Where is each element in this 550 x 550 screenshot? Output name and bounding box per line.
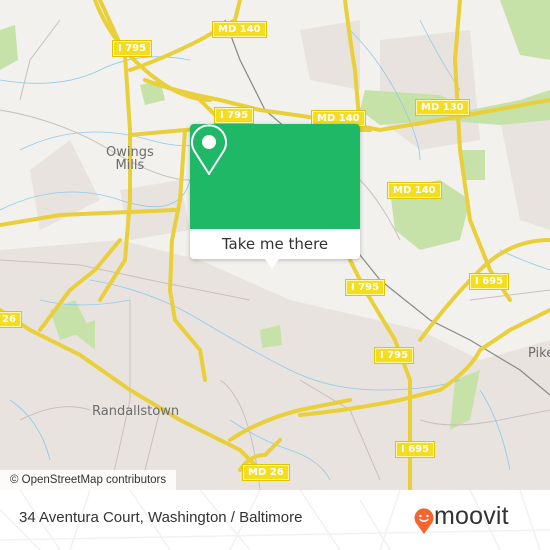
map-attribution[interactable]: © OpenStreetMap contributors (0, 470, 177, 490)
place-label-randallstown: Randallstown (92, 404, 180, 419)
moovit-wordmark: moovit (434, 502, 509, 530)
road-shield-md140: MD 140 (387, 182, 442, 199)
road-shield-md26: 26 (0, 311, 22, 328)
road-shield-i795: I 795 (111, 40, 153, 57)
moovit-pin-icon (414, 508, 434, 534)
road-shield-md26: MD 26 (242, 464, 290, 481)
moovit-logo[interactable]: moovit (414, 502, 534, 540)
road-shield-i695: I 695 (394, 441, 436, 458)
road-shield-i795: I 795 (213, 107, 255, 124)
map-pin-icon (191, 124, 227, 175)
road-shield-i695: I 695 (468, 273, 510, 290)
place-label-owings-mills: Owings Mills (106, 145, 154, 173)
road-shield-md140: MD 140 (212, 21, 267, 38)
road-shield-md130: MD 130 (415, 99, 470, 116)
destination-popup: Take me there (190, 124, 360, 269)
place-label-pikesville: Pike (528, 346, 550, 361)
road-shield-i795: I 795 (344, 279, 386, 296)
popup-header (190, 124, 360, 229)
take-me-there-button[interactable]: Take me there (190, 229, 360, 259)
popup-pointer (265, 259, 279, 269)
map-view[interactable]: OwingsMills Randallstown Pike I 795 MD 1… (0, 0, 550, 490)
address-label: 34 Aventura Court, Washington / Baltimor… (19, 509, 303, 526)
road-shield-i795: I 795 (373, 347, 415, 364)
footer-bar: 34 Aventura Court, Washington / Baltimor… (0, 490, 550, 550)
